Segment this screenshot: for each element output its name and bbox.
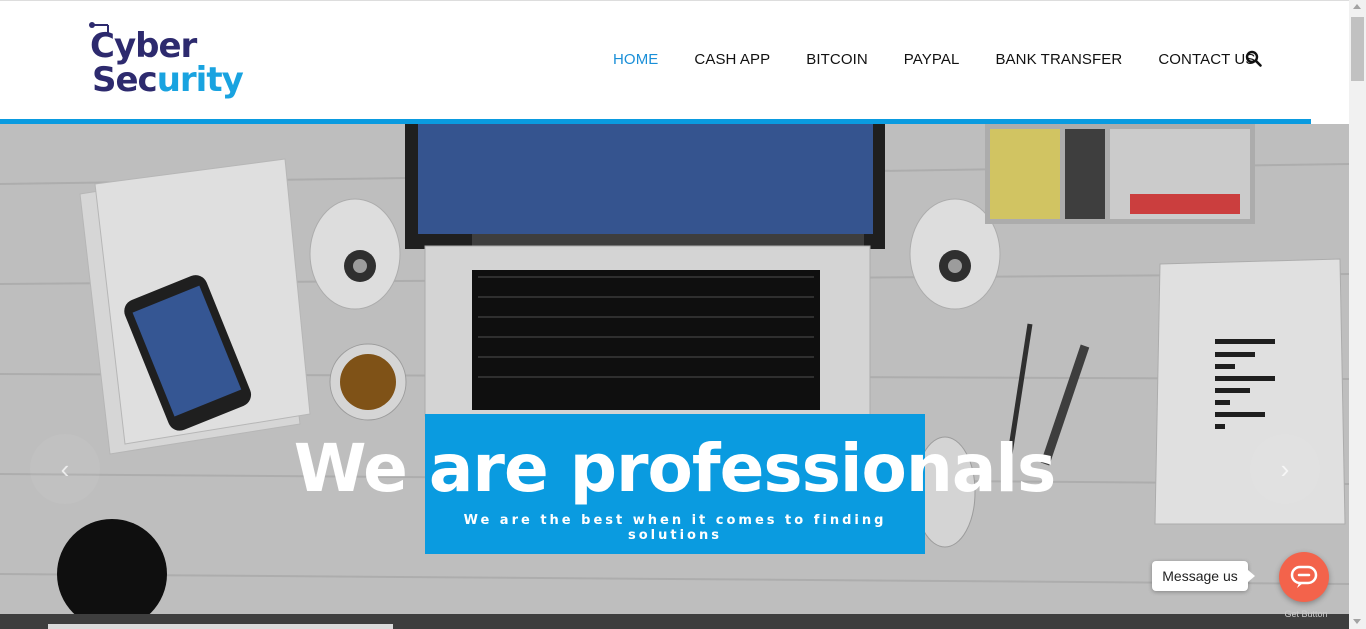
- logo-line1: Cyber: [90, 26, 197, 66]
- logo-line2-blue: urity: [156, 60, 244, 100]
- chat-button[interactable]: [1279, 552, 1329, 602]
- page-scrollbar[interactable]: [1349, 0, 1366, 629]
- chat-icon: [1290, 565, 1318, 588]
- scroll-down-icon[interactable]: [1353, 619, 1361, 624]
- logo-line2-dark: Sec: [92, 60, 158, 100]
- hero-subtitle: We are the best when it comes to finding…: [463, 513, 887, 543]
- nav-bank-transfer[interactable]: BANK TRANSFER: [995, 51, 1122, 68]
- nav-contact-us[interactable]: CONTACT US: [1158, 51, 1255, 68]
- logo-line2: Security: [92, 60, 244, 100]
- nav-bitcoin[interactable]: BITCOIN: [806, 51, 868, 68]
- get-button-label[interactable]: Get Button: [1279, 609, 1333, 619]
- scrollbar-thumb[interactable]: [1351, 17, 1364, 81]
- hero-title: We are professionals: [293, 430, 1057, 507]
- slider-prev-button[interactable]: ‹: [30, 434, 100, 504]
- chevron-right-icon: ›: [1280, 453, 1290, 484]
- chevron-left-icon: ‹: [60, 453, 70, 484]
- main-nav: HOME CASH APP BITCOIN PAYPAL BANK TRANSF…: [613, 50, 1291, 68]
- search-icon[interactable]: [1245, 50, 1263, 68]
- nav-paypal[interactable]: PAYPAL: [904, 51, 960, 68]
- site-header: Cyber Security HOME CASH APP BITCOIN PAY…: [0, 0, 1349, 119]
- nav-cash-app[interactable]: CASH APP: [694, 51, 770, 68]
- slider-next-button[interactable]: ›: [1250, 434, 1320, 504]
- message-us-bubble[interactable]: Message us: [1152, 561, 1255, 591]
- site-logo[interactable]: Cyber Security: [88, 19, 248, 103]
- nav-home[interactable]: HOME: [613, 51, 658, 68]
- hero-slider: We are professionals We are the best whe…: [0, 124, 1349, 629]
- scroll-up-icon[interactable]: [1353, 4, 1361, 9]
